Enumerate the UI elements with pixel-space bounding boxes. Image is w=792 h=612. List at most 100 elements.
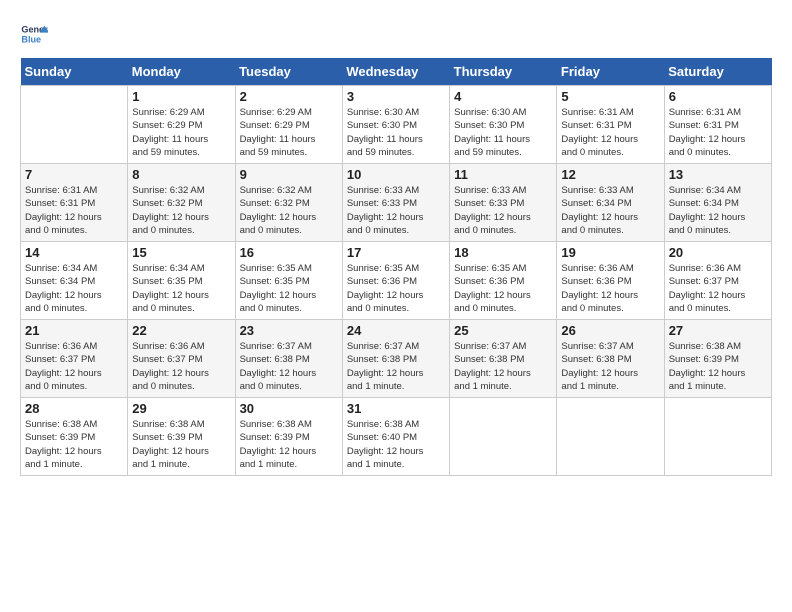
calendar-cell: 1 Sunrise: 6:29 AM Sunset: 6:29 PM Daylig… [128, 86, 235, 164]
day-info: Sunrise: 6:38 AM Sunset: 6:40 PM Dayligh… [347, 418, 445, 471]
day-number: 27 [669, 323, 767, 338]
col-header-monday: Monday [128, 58, 235, 86]
header: General Blue [20, 20, 772, 48]
day-number: 21 [25, 323, 123, 338]
calendar-cell: 10 Sunrise: 6:33 AM Sunset: 6:33 PM Dayli… [342, 164, 449, 242]
header-row: SundayMondayTuesdayWednesdayThursdayFrid… [21, 58, 772, 86]
day-info: Sunrise: 6:33 AM Sunset: 6:33 PM Dayligh… [347, 184, 445, 237]
day-number: 5 [561, 89, 659, 104]
calendar-cell: 20Sunrise: 6:36 AM Sunset: 6:37 PM Dayli… [664, 242, 771, 320]
day-number: 7 [25, 167, 123, 182]
day-info: Sunrise: 6:33 AM Sunset: 6:34 PM Dayligh… [561, 184, 659, 237]
day-number: 15 [132, 245, 230, 260]
calendar-cell: 22 Sunrise: 6:36 AM Sunset: 6:37 PM Dayli… [128, 320, 235, 398]
col-header-saturday: Saturday [664, 58, 771, 86]
day-number: 22 [132, 323, 230, 338]
calendar-cell: 19Sunrise: 6:36 AM Sunset: 6:36 PM Dayli… [557, 242, 664, 320]
day-number: 10 [347, 167, 445, 182]
calendar-cell [664, 398, 771, 476]
calendar-cell: 25 Sunrise: 6:37 AM Sunset: 6:38 PM Dayli… [450, 320, 557, 398]
day-number: 24 [347, 323, 445, 338]
calendar-cell: 14Sunrise: 6:34 AM Sunset: 6:34 PM Dayli… [21, 242, 128, 320]
calendar-cell: 24Sunrise: 6:37 AM Sunset: 6:38 PM Dayli… [342, 320, 449, 398]
day-number: 23 [240, 323, 338, 338]
day-info: Sunrise: 6:32 AM Sunset: 6:32 PM Dayligh… [240, 184, 338, 237]
col-header-wednesday: Wednesday [342, 58, 449, 86]
calendar-cell: 23 Sunrise: 6:37 AM Sunset: 6:38 PM Dayli… [235, 320, 342, 398]
day-number: 18 [454, 245, 552, 260]
calendar-table: SundayMondayTuesdayWednesdayThursdayFrid… [20, 58, 772, 476]
calendar-cell [557, 398, 664, 476]
calendar-cell: 11 Sunrise: 6:33 AM Sunset: 6:33 PM Dayli… [450, 164, 557, 242]
calendar-cell: 12 Sunrise: 6:33 AM Sunset: 6:34 PM Dayli… [557, 164, 664, 242]
day-info: Sunrise: 6:36 AM Sunset: 6:37 PM Dayligh… [25, 340, 123, 393]
calendar-cell: 21 Sunrise: 6:36 AM Sunset: 6:37 PM Dayli… [21, 320, 128, 398]
calendar-cell [450, 398, 557, 476]
week-row-5: 28 Sunrise: 6:38 AM Sunset: 6:39 PM Dayli… [21, 398, 772, 476]
day-number: 3 [347, 89, 445, 104]
calendar-cell: 29 Sunrise: 6:38 AM Sunset: 6:39 PM Dayli… [128, 398, 235, 476]
day-number: 19 [561, 245, 659, 260]
calendar-cell: 5 Sunrise: 6:31 AM Sunset: 6:31 PM Daylig… [557, 86, 664, 164]
day-info: Sunrise: 6:36 AM Sunset: 6:37 PM Dayligh… [132, 340, 230, 393]
calendar-cell: 3 Sunrise: 6:30 AM Sunset: 6:30 PM Daylig… [342, 86, 449, 164]
day-number: 12 [561, 167, 659, 182]
calendar-cell: 26 Sunrise: 6:37 AM Sunset: 6:38 PM Dayli… [557, 320, 664, 398]
calendar-cell: 9 Sunrise: 6:32 AM Sunset: 6:32 PM Daylig… [235, 164, 342, 242]
day-info: Sunrise: 6:37 AM Sunset: 6:38 PM Dayligh… [561, 340, 659, 393]
day-number: 13 [669, 167, 767, 182]
week-row-1: 1 Sunrise: 6:29 AM Sunset: 6:29 PM Daylig… [21, 86, 772, 164]
logo-icon: General Blue [20, 20, 48, 48]
calendar-cell: 8Sunrise: 6:32 AM Sunset: 6:32 PM Daylig… [128, 164, 235, 242]
day-number: 25 [454, 323, 552, 338]
col-header-sunday: Sunday [21, 58, 128, 86]
day-info: Sunrise: 6:37 AM Sunset: 6:38 PM Dayligh… [454, 340, 552, 393]
svg-text:Blue: Blue [21, 34, 41, 44]
day-info: Sunrise: 6:30 AM Sunset: 6:30 PM Dayligh… [347, 106, 445, 159]
day-info: Sunrise: 6:34 AM Sunset: 6:34 PM Dayligh… [669, 184, 767, 237]
day-info: Sunrise: 6:35 AM Sunset: 6:36 PM Dayligh… [347, 262, 445, 315]
day-info: Sunrise: 6:38 AM Sunset: 6:39 PM Dayligh… [240, 418, 338, 471]
calendar-cell: 15 Sunrise: 6:34 AM Sunset: 6:35 PM Dayli… [128, 242, 235, 320]
day-number: 28 [25, 401, 123, 416]
day-info: Sunrise: 6:35 AM Sunset: 6:36 PM Dayligh… [454, 262, 552, 315]
calendar-cell: 27 Sunrise: 6:38 AM Sunset: 6:39 PM Dayli… [664, 320, 771, 398]
day-info: Sunrise: 6:29 AM Sunset: 6:29 PM Dayligh… [132, 106, 230, 159]
day-info: Sunrise: 6:37 AM Sunset: 6:38 PM Dayligh… [240, 340, 338, 393]
day-number: 16 [240, 245, 338, 260]
day-info: Sunrise: 6:34 AM Sunset: 6:35 PM Dayligh… [132, 262, 230, 315]
calendar-cell: 4 Sunrise: 6:30 AM Sunset: 6:30 PM Daylig… [450, 86, 557, 164]
day-info: Sunrise: 6:33 AM Sunset: 6:33 PM Dayligh… [454, 184, 552, 237]
day-number: 31 [347, 401, 445, 416]
week-row-2: 7Sunrise: 6:31 AM Sunset: 6:31 PM Daylig… [21, 164, 772, 242]
day-info: Sunrise: 6:31 AM Sunset: 6:31 PM Dayligh… [561, 106, 659, 159]
day-info: Sunrise: 6:38 AM Sunset: 6:39 PM Dayligh… [25, 418, 123, 471]
calendar-cell: 16 Sunrise: 6:35 AM Sunset: 6:35 PM Dayli… [235, 242, 342, 320]
week-row-3: 14Sunrise: 6:34 AM Sunset: 6:34 PM Dayli… [21, 242, 772, 320]
page: General Blue SundayMondayTuesdayWednesda… [0, 0, 792, 486]
calendar-cell: 18 Sunrise: 6:35 AM Sunset: 6:36 PM Dayli… [450, 242, 557, 320]
day-info: Sunrise: 6:34 AM Sunset: 6:34 PM Dayligh… [25, 262, 123, 315]
week-row-4: 21 Sunrise: 6:36 AM Sunset: 6:37 PM Dayli… [21, 320, 772, 398]
calendar-cell [21, 86, 128, 164]
day-number: 29 [132, 401, 230, 416]
day-number: 9 [240, 167, 338, 182]
day-number: 26 [561, 323, 659, 338]
day-number: 4 [454, 89, 552, 104]
day-number: 1 [132, 89, 230, 104]
calendar-cell: 30Sunrise: 6:38 AM Sunset: 6:39 PM Dayli… [235, 398, 342, 476]
logo: General Blue [20, 20, 52, 48]
day-info: Sunrise: 6:38 AM Sunset: 6:39 PM Dayligh… [132, 418, 230, 471]
day-info: Sunrise: 6:35 AM Sunset: 6:35 PM Dayligh… [240, 262, 338, 315]
calendar-cell: 6 Sunrise: 6:31 AM Sunset: 6:31 PM Daylig… [664, 86, 771, 164]
calendar-cell: 17Sunrise: 6:35 AM Sunset: 6:36 PM Dayli… [342, 242, 449, 320]
day-info: Sunrise: 6:31 AM Sunset: 6:31 PM Dayligh… [669, 106, 767, 159]
col-header-thursday: Thursday [450, 58, 557, 86]
day-info: Sunrise: 6:36 AM Sunset: 6:37 PM Dayligh… [669, 262, 767, 315]
calendar-cell: 13 Sunrise: 6:34 AM Sunset: 6:34 PM Dayli… [664, 164, 771, 242]
day-number: 6 [669, 89, 767, 104]
day-number: 11 [454, 167, 552, 182]
day-info: Sunrise: 6:32 AM Sunset: 6:32 PM Dayligh… [132, 184, 230, 237]
day-info: Sunrise: 6:38 AM Sunset: 6:39 PM Dayligh… [669, 340, 767, 393]
day-info: Sunrise: 6:30 AM Sunset: 6:30 PM Dayligh… [454, 106, 552, 159]
